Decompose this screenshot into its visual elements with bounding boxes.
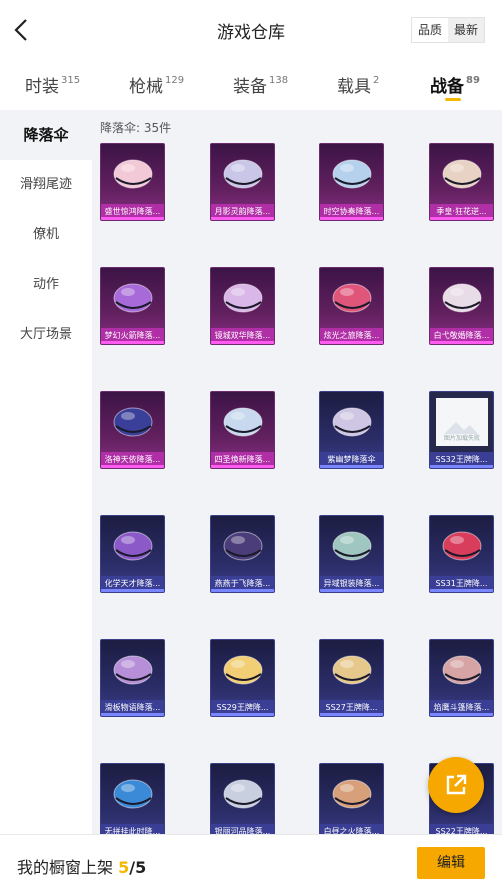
parachute-icon xyxy=(332,407,372,437)
rarity-bar xyxy=(101,217,164,220)
parachute-name: 无拼挂此时降... xyxy=(101,824,164,834)
sidebar-item-parachute[interactable]: 降落伞 xyxy=(0,110,92,160)
footer-bar: 我的橱窗上架 5/5 编辑 xyxy=(0,834,502,893)
parachute-card[interactable]: SS29王牌降... xyxy=(210,639,275,717)
share-fab-button[interactable] xyxy=(428,757,484,813)
showcase-status: 我的橱窗上架 5/5 xyxy=(17,854,146,878)
parachute-icon xyxy=(223,283,263,313)
rarity-bar xyxy=(211,589,274,592)
sidebar-item-lobby-scene[interactable]: 大厅场景 xyxy=(0,310,92,360)
parachute-card[interactable]: 异域银装降落... xyxy=(319,515,384,593)
tab-firearms[interactable]: 枪械 129 xyxy=(129,72,184,97)
parachute-card[interactable]: 化学天才降落... xyxy=(100,515,165,593)
item-count: 降落伞: 35件 xyxy=(100,121,172,135)
parachute-name: 白昼之火降落... xyxy=(320,824,383,834)
rarity-bar xyxy=(211,217,274,220)
parachute-icon xyxy=(113,407,153,437)
parachute-icon xyxy=(442,283,482,313)
parachute-card[interactable]: 季皇·狂花逆... xyxy=(429,143,494,221)
rarity-bar xyxy=(320,217,383,220)
parachute-icon xyxy=(113,159,153,189)
rarity-bar xyxy=(320,713,383,716)
image-placeholder: 图片加载失败 xyxy=(436,398,488,446)
header-bar: 游戏仓库 品质 最新 xyxy=(0,0,502,60)
parachute-card[interactable]: 炫光之旅降落... xyxy=(319,267,384,345)
active-tab-indicator xyxy=(445,98,461,101)
parachute-icon xyxy=(442,655,482,685)
parachute-icon xyxy=(223,407,263,437)
category-tabs: 时装 315 枪械 129 装备 138 载具 2 战备 89 xyxy=(0,60,502,110)
tab-equipment[interactable]: 装备 138 xyxy=(233,72,288,97)
parachute-icon xyxy=(113,531,153,561)
rarity-bar xyxy=(320,589,383,592)
tab-vehicles[interactable]: 载具 2 xyxy=(337,72,379,97)
parachute-card[interactable]: 时空协奏降落... xyxy=(319,143,384,221)
parachute-icon xyxy=(113,655,153,685)
parachute-name: 银丽河品降落... xyxy=(211,824,274,834)
parachute-card[interactable]: 滑板物语降落... xyxy=(100,639,165,717)
sort-quality-button[interactable]: 品质 xyxy=(412,18,448,42)
parachute-card[interactable]: 梦幻火箭降落... xyxy=(100,267,165,345)
rarity-bar xyxy=(430,713,493,716)
parachute-card[interactable]: SS31王牌降... xyxy=(429,515,494,593)
image-placeholder-text: 图片加载失败 xyxy=(443,435,480,442)
parachute-name: SS22王牌降... xyxy=(430,824,493,834)
rarity-bar xyxy=(320,465,383,468)
sidebar: 降落伞 滑翔尾迹 僚机 动作 大厅场景 xyxy=(0,110,92,834)
parachute-icon xyxy=(223,159,263,189)
rarity-bar xyxy=(101,465,164,468)
sort-toggle[interactable]: 品质 最新 xyxy=(411,17,485,43)
rarity-bar xyxy=(211,465,274,468)
parachute-card[interactable]: 燕燕于飞降落... xyxy=(210,515,275,593)
parachute-icon xyxy=(332,779,372,809)
showcase-total: 5 xyxy=(135,858,147,877)
rarity-bar xyxy=(430,341,493,344)
parachute-icon xyxy=(332,159,372,189)
showcase-current: 5 xyxy=(118,858,130,877)
parachute-icon xyxy=(113,283,153,313)
item-grid-panel: 降落伞: 35件 盛世惊鸿降落... 月影灵韵降落... 时空协奏降落... 季皇·狂… xyxy=(92,110,502,834)
parachute-card[interactable]: 四圣焕新降落... xyxy=(210,391,275,469)
parachute-card[interactable]: 图片加载失败 SS32王牌降... xyxy=(429,391,494,469)
sidebar-item-glide-trail[interactable]: 滑翔尾迹 xyxy=(0,160,92,210)
rarity-bar xyxy=(101,341,164,344)
rarity-bar xyxy=(101,589,164,592)
image-placeholder-icon xyxy=(444,422,478,434)
rarity-bar xyxy=(101,713,164,716)
parachute-icon xyxy=(113,779,153,809)
showcase-label: 我的橱窗上架 xyxy=(17,858,114,877)
parachute-card[interactable]: 盛世惊鸿降落... xyxy=(100,143,165,221)
external-link-icon xyxy=(446,774,467,795)
parachute-icon xyxy=(442,531,482,561)
parachute-card[interactable]: 洛神天依降落... xyxy=(100,391,165,469)
rarity-bar xyxy=(320,341,383,344)
parachute-card[interactable]: 紫幽梦降落伞 xyxy=(319,391,384,469)
sidebar-item-wingman[interactable]: 僚机 xyxy=(0,210,92,260)
rarity-bar xyxy=(430,589,493,592)
parachute-card[interactable]: 银丽河品降落... xyxy=(210,763,275,834)
sort-newest-button[interactable]: 最新 xyxy=(448,18,484,42)
parachute-card[interactable]: 焰鹰斗篷降落... xyxy=(429,639,494,717)
parachute-card[interactable]: 无拼挂此时降... xyxy=(100,763,165,834)
edit-button[interactable]: 编辑 xyxy=(417,847,485,879)
parachute-icon xyxy=(223,655,263,685)
rarity-bar xyxy=(211,713,274,716)
parachute-card[interactable]: SS27王牌降... xyxy=(319,639,384,717)
parachute-icon xyxy=(442,159,482,189)
rarity-bar xyxy=(430,217,493,220)
parachute-icon xyxy=(223,531,263,561)
rarity-bar xyxy=(430,465,493,468)
tab-battle-gear[interactable]: 战备 89 xyxy=(430,72,480,97)
parachute-card[interactable]: 白弋敬婚降落... xyxy=(429,267,494,345)
sidebar-item-emote[interactable]: 动作 xyxy=(0,260,92,310)
tab-fashion[interactable]: 时装 315 xyxy=(25,72,80,97)
parachute-icon xyxy=(332,283,372,313)
parachute-card[interactable]: 白昼之火降落... xyxy=(319,763,384,834)
parachute-icon xyxy=(223,779,263,809)
parachute-card[interactable]: 月影灵韵降落... xyxy=(210,143,275,221)
parachute-icon xyxy=(332,531,372,561)
parachute-icon xyxy=(332,655,372,685)
rarity-bar xyxy=(211,341,274,344)
parachute-card[interactable]: 镜城双华降落... xyxy=(210,267,275,345)
